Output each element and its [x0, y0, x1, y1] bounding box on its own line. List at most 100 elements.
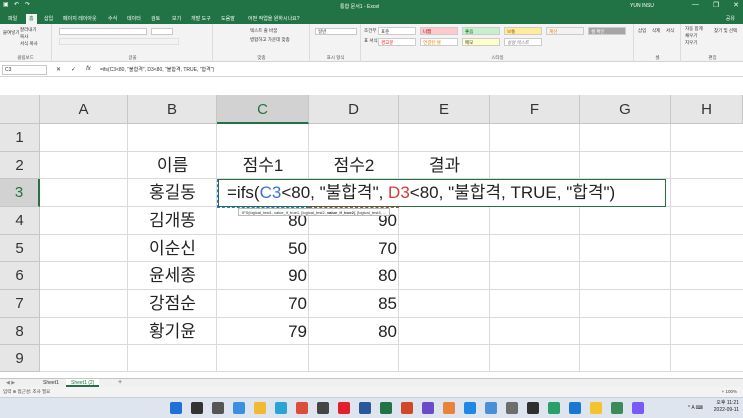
cell-c7[interactable]: 70: [217, 290, 307, 318]
cell-d6[interactable]: 80: [309, 262, 397, 290]
cut-button[interactable]: 잘라내기: [20, 27, 37, 33]
format-painter-button[interactable]: 서식 복사: [20, 41, 38, 47]
paint-icon[interactable]: [443, 402, 455, 414]
zoom-control[interactable]: + 100%: [722, 387, 737, 397]
vscode-icon[interactable]: [464, 402, 476, 414]
word-icon[interactable]: [359, 402, 371, 414]
column-header-e[interactable]: E: [399, 95, 490, 124]
enter-icon[interactable]: ✓: [71, 66, 76, 73]
opera-icon[interactable]: [338, 402, 350, 414]
settings-icon[interactable]: [506, 402, 518, 414]
cell-b7[interactable]: 강점순: [128, 290, 217, 318]
close-button[interactable]: ✕: [733, 1, 739, 9]
row-header-1[interactable]: 1: [0, 124, 40, 152]
column-header-d[interactable]: D: [309, 95, 399, 124]
column-header-f[interactable]: F: [490, 95, 580, 124]
number-format-select[interactable]: 일반: [315, 28, 357, 35]
powerpoint-icon[interactable]: [401, 402, 413, 414]
font-format-toolbar[interactable]: [59, 38, 179, 45]
photos-icon[interactable]: [485, 402, 497, 414]
tab-formulas[interactable]: 수식: [108, 15, 117, 22]
row-header-2[interactable]: 2: [0, 152, 40, 179]
tab-review[interactable]: 검토: [151, 15, 160, 22]
tab-file[interactable]: 파일: [8, 15, 17, 22]
app2-icon[interactable]: [611, 402, 623, 414]
widgets-icon[interactable]: [233, 402, 245, 414]
row-header-6[interactable]: 6: [0, 262, 40, 290]
cell-b5[interactable]: 이순신: [128, 235, 217, 262]
wrap-text-button[interactable]: 텍스트 줄 바꿈: [250, 28, 277, 34]
column-header-g[interactable]: G: [580, 95, 671, 124]
cell-d8[interactable]: 80: [309, 318, 397, 345]
cell-c2[interactable]: 점수1: [217, 152, 309, 179]
edge-icon[interactable]: [275, 402, 287, 414]
cell-editor-c3[interactable]: =ifs(C3<80, "불합격", D3<80, "불합격, TRUE, "합…: [218, 179, 666, 207]
style-note[interactable]: 메모: [462, 38, 500, 46]
cell-c5[interactable]: 50: [217, 235, 307, 262]
row-header-4[interactable]: 4: [0, 207, 40, 235]
column-header-h[interactable]: H: [671, 95, 743, 124]
function-argument-tooltip[interactable]: IFS(logical_test1, value_if_true1, [logi…: [238, 208, 391, 216]
user-name[interactable]: YUN INSU: [630, 3, 654, 9]
sheet-nav-arrows-icon[interactable]: ◀ ▶: [6, 380, 15, 386]
cell-c8[interactable]: 79: [217, 318, 307, 345]
undo-icon[interactable]: ↶: [14, 2, 20, 9]
style-check-cell[interactable]: 셀 확인: [588, 27, 626, 35]
autosum-button[interactable]: 자동 합계: [685, 26, 703, 32]
merge-center-button[interactable]: 병합하고 가운데 맞춤: [250, 37, 290, 43]
style-calculation[interactable]: 계산: [546, 27, 584, 35]
clear-button[interactable]: 지우기: [685, 40, 697, 46]
font-name-select[interactable]: [59, 28, 147, 35]
style-neutral[interactable]: 보통: [504, 27, 542, 35]
copy-button[interactable]: 복사: [20, 34, 28, 40]
media-icon[interactable]: [422, 402, 434, 414]
cell-b8[interactable]: 황기윤: [128, 318, 217, 345]
tab-help[interactable]: 도움말: [221, 15, 235, 22]
delete-cells-button[interactable]: 삭제: [652, 28, 660, 34]
store-icon[interactable]: [317, 402, 329, 414]
worksheet-grid[interactable]: A B C D E F G H 1 2 3 4 5 6 7 8 9 이름 점수1…: [0, 95, 743, 372]
sheet-tab-sheet1[interactable]: Sheet1: [38, 379, 64, 387]
find-select-button[interactable]: 찾기 및 선택: [714, 28, 740, 34]
cell-e2[interactable]: 결과: [399, 152, 490, 179]
save-icon[interactable]: ▣: [3, 2, 9, 9]
add-sheet-button[interactable]: +: [118, 379, 122, 387]
notes-icon[interactable]: [590, 402, 602, 414]
cell-b3[interactable]: 홍길동: [128, 179, 217, 207]
style-good[interactable]: 좋음: [462, 27, 500, 35]
share-button[interactable]: 공유: [726, 15, 735, 22]
style-explanatory[interactable]: 설명 텍스트: [504, 38, 542, 46]
row-header-8[interactable]: 8: [0, 318, 40, 345]
system-tray-icons[interactable]: ^ A ⌨: [688, 405, 703, 411]
style-bad[interactable]: 나쁨: [420, 27, 458, 35]
chrome-icon[interactable]: [296, 402, 308, 414]
maximize-button[interactable]: ❐: [713, 1, 719, 9]
column-header-b[interactable]: B: [128, 95, 217, 124]
excel-icon[interactable]: [380, 402, 392, 414]
minimize-button[interactable]: —: [692, 1, 699, 9]
mail-icon[interactable]: [569, 402, 581, 414]
sheet-tab-sheet1-2[interactable]: Sheet1 (2): [66, 379, 100, 387]
select-all-corner[interactable]: [0, 95, 40, 124]
tab-view[interactable]: 보기: [172, 15, 181, 22]
style-linked-cell[interactable]: 연결된 셀: [420, 38, 458, 46]
name-box[interactable]: C3: [2, 65, 47, 75]
task-view-icon[interactable]: [212, 402, 224, 414]
tab-insert[interactable]: 삽입: [44, 15, 53, 22]
terminal-icon[interactable]: [527, 402, 539, 414]
row-header-3[interactable]: 3: [0, 179, 40, 207]
tell-me-search[interactable]: 어떤 작업을 원하시나요?: [248, 15, 300, 22]
cell-d5[interactable]: 70: [309, 235, 397, 262]
insert-cells-button[interactable]: 삽입: [638, 28, 646, 34]
tab-home[interactable]: 홈: [26, 14, 37, 24]
formula-input[interactable]: =ifs(C3<80, "불합격", D3<80, "불합격, TRUE, "합…: [100, 66, 214, 74]
format-as-table-button[interactable]: 표 서식: [364, 38, 378, 44]
tab-data[interactable]: 데이터: [127, 15, 141, 22]
column-header-a[interactable]: A: [40, 95, 128, 124]
style-warning[interactable]: 경고문: [378, 38, 416, 46]
tab-page-layout[interactable]: 페이지 레이아웃: [63, 15, 97, 22]
format-cells-button[interactable]: 서식: [666, 28, 674, 34]
row-header-9[interactable]: 9: [0, 345, 40, 372]
paste-button[interactable]: 붙여넣기: [3, 30, 20, 36]
tab-developer[interactable]: 개발 도구: [191, 15, 211, 22]
